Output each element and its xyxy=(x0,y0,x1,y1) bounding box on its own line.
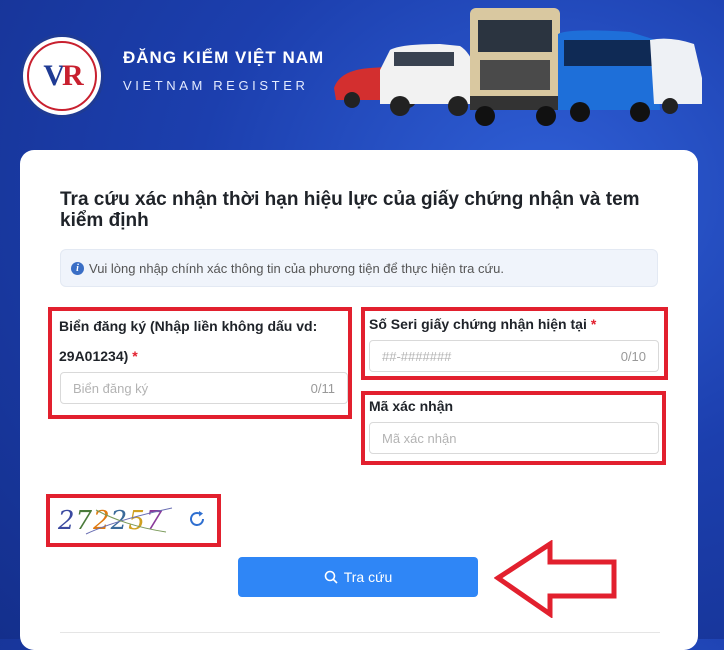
plate-placeholder: Biển đăng ký xyxy=(73,380,149,396)
vehicles-illustration xyxy=(334,8,702,126)
info-notice: i Vui lòng nhập chính xác thông tin của … xyxy=(60,249,658,287)
required-marker: * xyxy=(132,348,138,364)
vietnam-register-logo[interactable]: VR xyxy=(20,34,104,118)
captcha-char: 2 xyxy=(57,506,76,536)
captcha-char: 2 xyxy=(92,506,111,536)
captcha-input[interactable]: Mã xác nhận xyxy=(369,422,659,454)
serial-label-text: Số Seri giấy chứng nhận hiện tại xyxy=(369,316,587,332)
search-button-label: Tra cứu xyxy=(343,569,393,585)
captcha-char: 2 xyxy=(110,506,129,536)
plate-input[interactable]: Biển đăng ký 0/11 xyxy=(60,372,348,404)
serial-label: Số Seri giấy chứng nhận hiện tại * xyxy=(369,316,596,332)
site-header: VR ĐĂNG KIỂM VIỆT NAM VIETNAM REGISTER xyxy=(0,0,724,150)
required-marker: * xyxy=(590,316,597,332)
serial-input[interactable]: ##-####### 0/10 xyxy=(369,340,659,372)
captcha-text: 272257 xyxy=(57,506,163,536)
brand: ĐĂNG KIỂM VIỆT NAM VIETNAM REGISTER xyxy=(123,48,324,93)
annotation-arrow xyxy=(494,540,617,618)
notice-text: Vui lòng nhập chính xác thông tin của ph… xyxy=(89,260,505,276)
search-button[interactable]: Tra cứu xyxy=(238,557,478,597)
plate-label-text: 29A01234) xyxy=(59,348,129,364)
divider xyxy=(60,632,660,633)
info-icon: i xyxy=(71,261,84,275)
brand-title: ĐĂNG KIỂM VIỆT NAM xyxy=(123,48,325,67)
search-icon xyxy=(324,570,338,584)
plate-label-line2: 29A01234) * xyxy=(59,348,138,364)
brand-subtitle: VIETNAM REGISTER xyxy=(123,78,309,93)
serial-placeholder: ##-####### xyxy=(382,348,452,364)
plate-counter: 0/11 xyxy=(310,380,335,396)
page-title: Tra cứu xác nhận thời hạn hiệu lực của g… xyxy=(60,189,640,231)
captcha-field-label: Mã xác nhận xyxy=(369,398,454,414)
captcha-placeholder: Mã xác nhận xyxy=(382,430,457,446)
serial-counter: 0/10 xyxy=(620,348,646,364)
captcha-image: 272257 xyxy=(57,506,173,536)
captcha-char: 5 xyxy=(128,506,146,536)
plate-label-line1: Biển đăng ký (Nhập liền không dấu vd: xyxy=(59,318,318,334)
refresh-icon[interactable] xyxy=(187,509,207,529)
